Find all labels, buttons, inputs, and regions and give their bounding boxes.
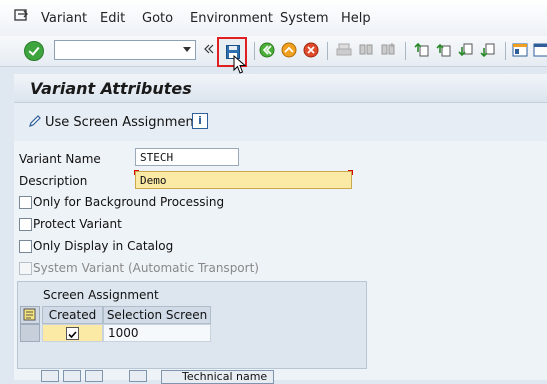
system-variant-label: System Variant (Automatic Transport) <box>33 261 259 275</box>
pencil-icon <box>29 115 41 127</box>
separator <box>505 42 506 60</box>
menu-help[interactable]: Help <box>341 11 371 26</box>
variant-name-label: Variant Name <box>19 152 101 166</box>
find-next-icon <box>381 43 395 55</box>
menu-edit[interactable]: Edit <box>100 11 125 26</box>
created-checkbox[interactable] <box>66 327 79 340</box>
description-label: Description <box>19 174 88 188</box>
protect-variant-label: Protect Variant <box>33 217 122 231</box>
menu-system[interactable]: System <box>280 11 328 26</box>
last-page-icon[interactable] <box>480 42 496 58</box>
screen-assignment-box: Screen Assignment Created Selection Scre… <box>17 281 367 369</box>
settings-icon[interactable] <box>533 42 547 58</box>
back-icon[interactable] <box>259 42 275 58</box>
binoculars-icon[interactable] <box>85 370 103 382</box>
mouse-cursor-icon <box>233 55 247 74</box>
select-all-button[interactable] <box>20 306 40 324</box>
background-processing-checkbox[interactable] <box>19 196 32 209</box>
select-all-icon[interactable] <box>41 370 59 382</box>
variant-name-field[interactable]: STECH <box>135 148 239 166</box>
description-field[interactable]: Demo <box>134 170 353 189</box>
column-header-selection-screen[interactable]: Selection Screen <box>103 306 211 324</box>
chevron-down-icon[interactable] <box>183 47 191 52</box>
use-screen-assignment-button[interactable]: Use Screen Assignment <box>45 115 199 130</box>
screen-title-bar: Variant Attributes <box>14 74 547 102</box>
application-toolbar: Use Screen Assignment i <box>14 102 547 142</box>
technical-name-button[interactable]: Technical name <box>161 370 274 384</box>
ok-icon[interactable] <box>24 41 44 61</box>
prev-page-icon[interactable] <box>436 42 452 58</box>
selection-screen-cell[interactable]: 1000 <box>103 324 211 342</box>
column-header-created[interactable]: Created <box>42 306 103 324</box>
layout-icon[interactable] <box>512 42 528 58</box>
background-processing-label: Only for Background Processing <box>33 195 225 209</box>
document-icon[interactable] <box>129 370 147 382</box>
info-icon[interactable]: i <box>192 113 208 129</box>
separator <box>405 42 406 60</box>
find-icon <box>359 44 373 55</box>
command-field[interactable] <box>54 40 196 60</box>
menu-goto[interactable]: Goto <box>142 11 173 26</box>
display-catalog-checkbox[interactable] <box>19 240 32 253</box>
created-cell <box>42 324 103 342</box>
display-catalog-label: Only Display in Catalog <box>33 239 174 253</box>
table-toolbar: Technical name <box>41 370 281 384</box>
separator <box>327 42 328 60</box>
protect-variant-checkbox[interactable] <box>19 218 32 231</box>
menu-variant[interactable]: Variant <box>41 11 87 26</box>
exit-icon[interactable] <box>281 42 297 58</box>
row-selector[interactable] <box>20 324 40 342</box>
menu-bar: Variant Edit Goto Environment System Hel… <box>0 0 547 36</box>
screen-assignment-title: Screen Assignment <box>43 288 159 302</box>
collapse-toolbar-icon[interactable] <box>203 43 215 55</box>
system-variant-checkbox <box>19 262 32 275</box>
menu-environment[interactable]: Environment <box>190 11 273 26</box>
table-select-icon <box>23 308 36 321</box>
check-icon <box>68 331 77 339</box>
deselect-all-icon[interactable] <box>63 370 81 382</box>
standard-toolbar <box>0 36 547 67</box>
next-page-icon[interactable] <box>458 42 474 58</box>
first-page-icon[interactable] <box>414 42 430 58</box>
page-title: Variant Attributes <box>30 79 192 98</box>
cancel-icon[interactable] <box>303 42 319 58</box>
separator <box>254 42 255 60</box>
sap-menu-icon[interactable] <box>14 9 30 23</box>
print-icon <box>336 43 352 56</box>
